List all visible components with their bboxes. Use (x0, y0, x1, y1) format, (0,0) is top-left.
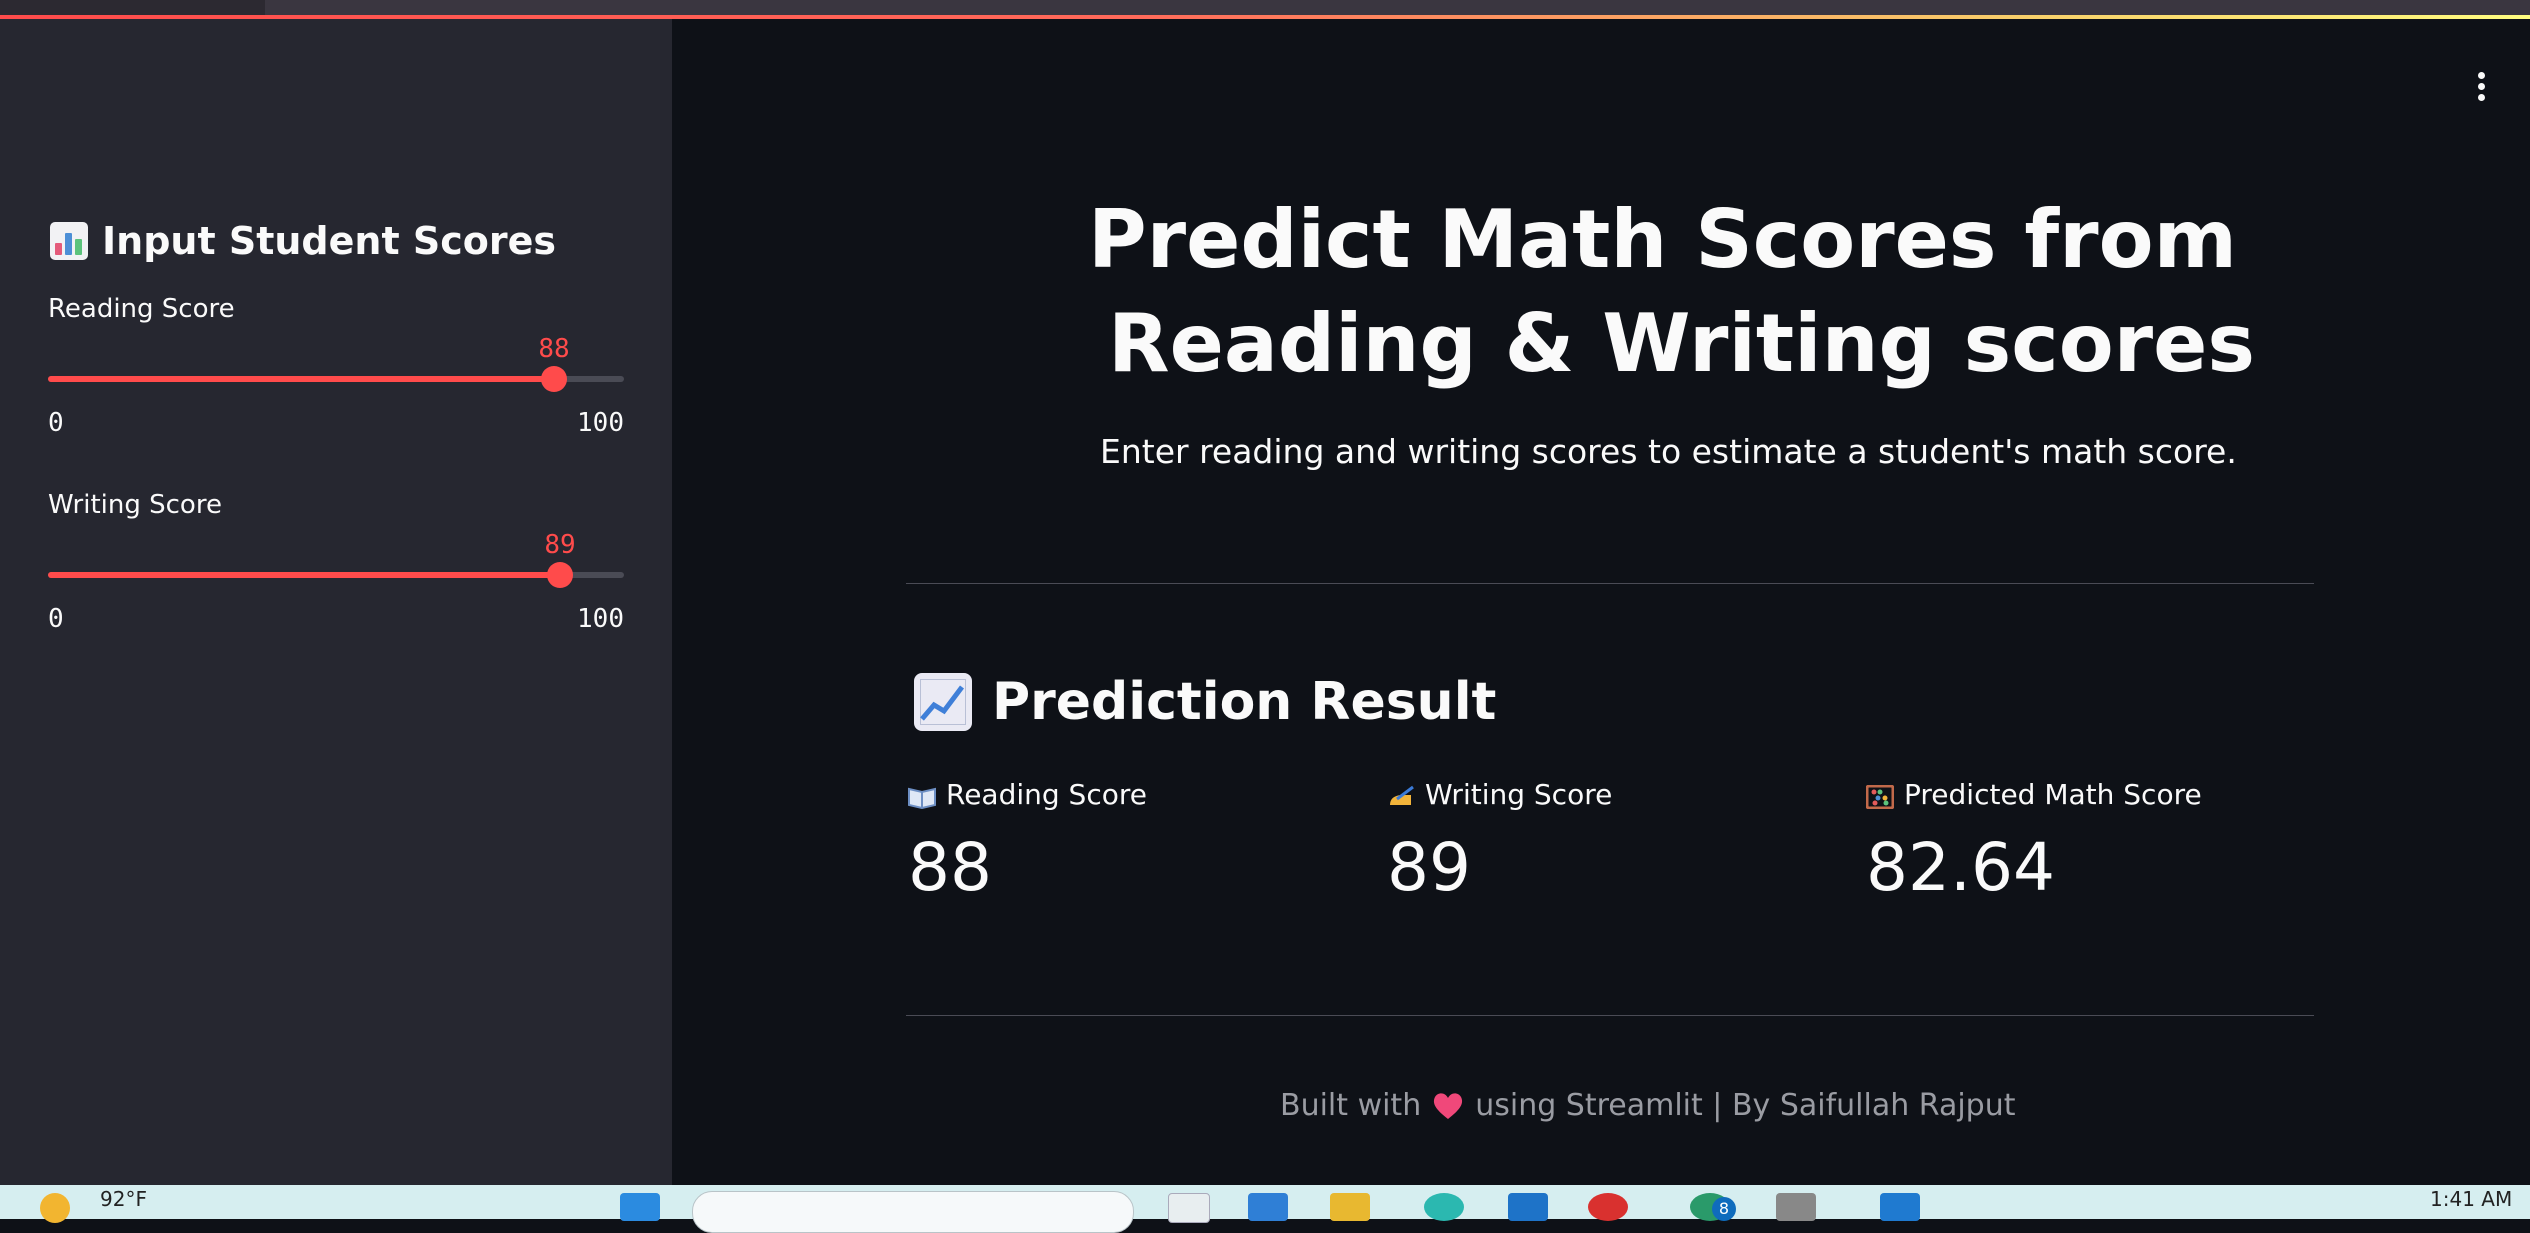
browser-top-band (0, 0, 2530, 16)
slider-value: 89 (544, 530, 576, 560)
sidebar: Input Student Scores Reading Score 88 0 … (0, 19, 672, 1185)
slider-track[interactable] (48, 562, 624, 588)
browser-tab[interactable] (0, 0, 265, 16)
start-icon[interactable] (620, 1193, 660, 1221)
taskbar-search[interactable] (692, 1191, 1134, 1233)
metric-value: 89 (1387, 829, 1471, 906)
slider-max: 100 (577, 604, 624, 634)
sidebar-title-text: Input Student Scores (102, 219, 556, 263)
clock[interactable]: 1:41 AM (2430, 1187, 2512, 1211)
slider-track[interactable] (48, 366, 624, 392)
app-icon[interactable] (1508, 1193, 1548, 1221)
metric-label: Predicted Math Score (1904, 778, 2202, 811)
app-icon[interactable] (1776, 1193, 1816, 1221)
sidebar-title: Input Student Scores (50, 219, 556, 263)
page-subtitle: Enter reading and writing scores to esti… (1100, 432, 2237, 471)
bar-chart-icon (50, 222, 88, 260)
chart-increasing-icon (914, 673, 972, 731)
footer: Built with using Streamlit | By Saifulla… (1280, 1088, 2015, 1123)
heart-icon (1434, 1092, 1463, 1119)
footer-prefix: Built with (1280, 1088, 1422, 1123)
slider-label: Reading Score (48, 294, 235, 324)
metric-value: 82.64 (1866, 829, 2055, 906)
metric-predicted-math-score: Predicted Math Score 82.64 (1865, 778, 2202, 906)
divider (906, 583, 2314, 584)
slider-min: 0 (48, 408, 64, 438)
slider-min: 0 (48, 604, 64, 634)
footer-suffix: using Streamlit | By Saifullah Rajput (1475, 1088, 2016, 1123)
folder-icon[interactable] (1330, 1193, 1370, 1221)
metric-reading-score: Reading Score 88 (908, 778, 1147, 906)
chrome-icon[interactable] (1588, 1193, 1628, 1221)
book-icon (908, 783, 936, 809)
notification-badge: 8 (1712, 1197, 1736, 1221)
vscode-icon[interactable] (1880, 1193, 1920, 1221)
abacus-icon (1865, 783, 1895, 809)
slider-label: Writing Score (48, 490, 222, 520)
slider-max: 100 (577, 408, 624, 438)
slider-fill (48, 572, 560, 578)
title-line1-text: Predict Math Scores from (1088, 193, 2237, 286)
writing-hand-icon (1387, 783, 1415, 807)
slider-thumb[interactable] (547, 562, 573, 588)
page-title: Predict Math Scores from Reading & Writi… (1060, 188, 2255, 471)
divider (906, 1015, 2314, 1016)
store-icon[interactable] (1248, 1193, 1288, 1221)
weather-temperature[interactable]: 92°F (100, 1187, 147, 1211)
taskbar: 92°F 8 1:41 AM (0, 1185, 2530, 1233)
title-line2-text: Reading & Writing scores (1108, 297, 2255, 390)
metric-writing-score: Writing Score 89 (1387, 778, 1612, 906)
metric-label: Reading Score (946, 778, 1147, 811)
main-menu-button[interactable] (2474, 72, 2488, 102)
slider-value: 88 (538, 334, 570, 364)
metric-value: 88 (908, 829, 992, 906)
prediction-result-text: Prediction Result (992, 672, 1497, 732)
edge-icon[interactable] (1424, 1193, 1464, 1221)
slider-thumb[interactable] (541, 366, 567, 392)
prediction-result-header: Prediction Result (914, 672, 1496, 732)
slider-fill (48, 376, 554, 382)
metric-label: Writing Score (1425, 778, 1613, 811)
